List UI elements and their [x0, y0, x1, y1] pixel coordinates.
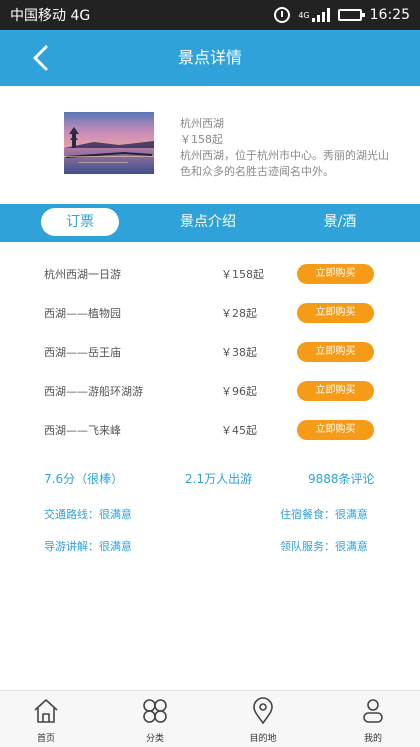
home-icon — [34, 699, 58, 723]
ticket-name: 杭州西湖一日游 — [44, 268, 121, 281]
nav-category[interactable]: 分类 — [125, 697, 185, 744]
ticket-row: 西湖——岳王庙 ￥38起 立即购买 — [0, 334, 420, 373]
nav-destination[interactable]: 目的地 — [233, 697, 293, 744]
ticket-price: ￥28起 — [221, 307, 257, 320]
nav-destination-label: 目的地 — [249, 734, 277, 744]
location-pin-icon — [253, 697, 273, 725]
tab-introduction[interactable]: 景点介绍 — [168, 208, 248, 236]
user-icon — [363, 699, 383, 723]
nav-home[interactable]: 首页 — [16, 697, 76, 744]
ticket-name: 西湖——游船环湖游 — [44, 385, 143, 398]
buy-now-button[interactable]: 立即购买 — [297, 381, 374, 401]
buy-now-button[interactable]: 立即购买 — [297, 420, 374, 440]
ticket-name: 西湖——飞来峰 — [44, 424, 121, 437]
nav-home-label: 首页 — [36, 734, 55, 744]
status-icons: 4G 16:25 — [274, 7, 410, 23]
lodging-rating: 住宿餐食：很满意 — [280, 508, 368, 521]
clock: 16:25 — [369, 7, 410, 23]
ticket-row: 杭州西湖一日游 ￥158起 立即购买 — [0, 256, 420, 295]
spot-description: 杭州西湖，位于杭州市中心。秀丽的湖光山色和众多的名胜古迹闻名中外。 — [180, 149, 389, 178]
network-tag: 4G — [298, 10, 310, 20]
page-title: 景点详情 — [177, 48, 242, 67]
bottom-nav: 首页 分类 目的地 我的 — [0, 690, 420, 747]
ticket-price: ￥38起 — [221, 346, 257, 359]
nav-mine-label: 我的 — [363, 734, 382, 744]
title-bar: 景点详情 — [0, 30, 420, 86]
ticket-name: 西湖——岳王庙 — [44, 346, 121, 359]
ticket-list: 杭州西湖一日游 ￥158起 立即购买 西湖——植物园 ￥28起 立即购买 西湖—… — [0, 256, 420, 451]
ticket-row: 西湖——游船环湖游 ￥96起 立即购买 — [0, 373, 420, 412]
nav-mine[interactable]: 我的 — [343, 697, 403, 744]
category-icon — [143, 699, 167, 723]
tab-booking[interactable]: 订票 — [41, 208, 119, 236]
traffic-rating: 交通路线：很满意 — [44, 508, 132, 521]
leader-rating: 领队服务：很满意 — [280, 540, 368, 553]
ticket-price: ￥158起 — [221, 268, 264, 281]
spot-card: 杭州西湖 ￥158起 杭州西湖，位于杭州市中心。秀丽的湖光山色和众多的名胜古迹闻… — [0, 86, 420, 204]
visitors-label: 2.1万人出游 — [185, 472, 253, 486]
tab-scenic-hotel[interactable]: 景/酒 — [310, 208, 370, 236]
status-bar: 中国移动 4G 4G 16:25 — [0, 0, 420, 30]
carrier-label: 中国移动 4G — [10, 8, 91, 24]
tab-bar: 订票 景点介绍 景/酒 — [0, 204, 420, 242]
signal-icon — [311, 8, 330, 22]
ticket-name: 西湖——植物园 — [44, 307, 121, 320]
spot-photo[interactable] — [64, 112, 154, 174]
battery-icon — [337, 9, 365, 21]
guide-rating: 导游讲解：很满意 — [44, 540, 132, 553]
spot-price: ￥158起 — [180, 133, 223, 146]
west-lake-photo — [64, 112, 154, 174]
spot-info: 杭州西湖 ￥158起 杭州西湖，位于杭州市中心。秀丽的湖光山色和众多的名胜古迹闻… — [180, 116, 395, 180]
buy-now-button[interactable]: 立即购买 — [297, 303, 374, 323]
ticket-price: ￥96起 — [221, 385, 257, 398]
ticket-row: 西湖——飞来峰 ￥45起 立即购买 — [0, 412, 420, 451]
ticket-price: ￥45起 — [221, 424, 257, 437]
buy-now-button[interactable]: 立即购买 — [297, 264, 374, 284]
score-label: 7.6分（很棒） — [44, 472, 124, 486]
reviews-link[interactable]: 9888条评论 — [308, 470, 375, 487]
alarm-icon — [274, 7, 291, 23]
ticket-row: 西湖——植物园 ￥28起 立即购买 — [0, 295, 420, 334]
spot-name: 杭州西湖 — [180, 117, 224, 130]
buy-now-button[interactable]: 立即购买 — [297, 342, 374, 362]
stats-row: 7.6分（很棒） 2.1万人出游 9888条评论 — [0, 470, 420, 488]
nav-category-label: 分类 — [145, 734, 164, 744]
